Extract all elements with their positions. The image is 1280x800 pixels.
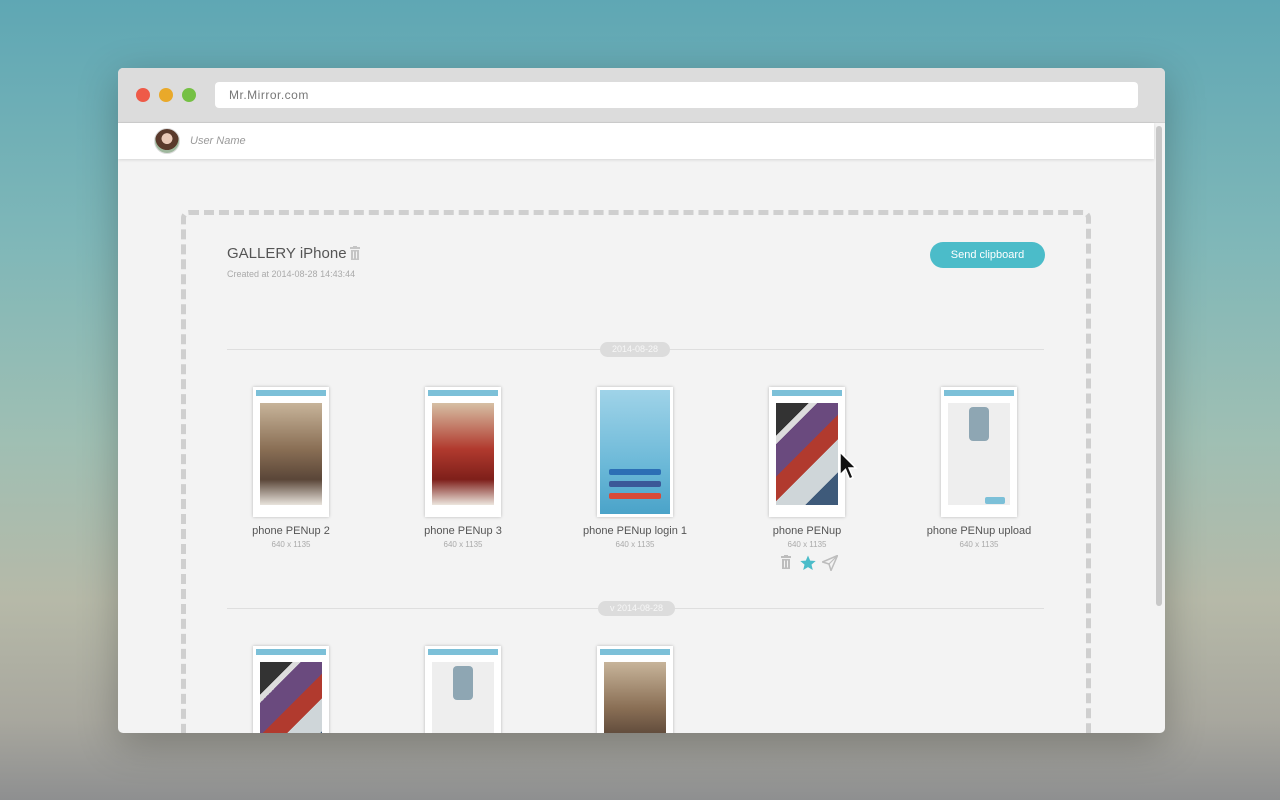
zoom-window-button[interactable] bbox=[182, 88, 196, 102]
item-name: phone PENup upload bbox=[926, 525, 1032, 537]
page-title: GALLERY iPhone bbox=[227, 245, 347, 262]
trash-icon[interactable] bbox=[780, 555, 792, 569]
gallery-item[interactable]: phone PENup login 1 640 x 1135 bbox=[549, 387, 721, 549]
gallery-item[interactable]: phone PENup upload 640 x 1135 bbox=[893, 387, 1065, 549]
item-dimensions: 640 x 1135 bbox=[615, 540, 655, 549]
minimize-window-button[interactable] bbox=[159, 88, 173, 102]
screenshot-thumbnail[interactable] bbox=[253, 387, 329, 517]
screenshot-thumbnail[interactable] bbox=[769, 387, 845, 517]
app-header: User Name bbox=[118, 123, 1154, 159]
screenshot-thumbnail[interactable] bbox=[597, 646, 673, 733]
user-name[interactable]: User Name bbox=[190, 135, 246, 147]
title-bar: Mr.Mirror.com bbox=[118, 68, 1165, 123]
star-icon[interactable] bbox=[800, 555, 816, 571]
item-name: phone PENup 3 bbox=[424, 525, 502, 537]
gallery-item[interactable]: phone PENup 3 640 x 1135 bbox=[377, 387, 549, 549]
screenshot-thumbnail[interactable] bbox=[425, 387, 501, 517]
gallery-item[interactable] bbox=[377, 646, 549, 733]
item-name: phone PENup login 1 bbox=[583, 525, 687, 537]
send-icon[interactable] bbox=[822, 555, 838, 571]
item-name: phone PENup 2 bbox=[252, 525, 330, 537]
close-window-button[interactable] bbox=[136, 88, 150, 102]
date-badge: v 2014-08-28 bbox=[598, 601, 676, 616]
scrollbar[interactable] bbox=[1156, 126, 1162, 606]
gallery-item[interactable]: phone PENup 640 x 1135 bbox=[721, 387, 893, 549]
browser-window: Mr.Mirror.com User Name GALLERY iPhone C… bbox=[118, 68, 1165, 733]
screenshot-thumbnail[interactable] bbox=[253, 646, 329, 733]
url-bar[interactable]: Mr.Mirror.com bbox=[215, 82, 1138, 108]
delete-gallery-trash-icon[interactable] bbox=[349, 246, 361, 260]
item-dimensions: 640 x 1135 bbox=[271, 540, 311, 549]
created-timestamp: Created at 2014-08-28 14:43:44 bbox=[227, 269, 356, 279]
avatar[interactable] bbox=[154, 128, 180, 154]
item-dimensions: 640 x 1135 bbox=[787, 540, 827, 549]
date-badge: 2014-08-28 bbox=[600, 342, 671, 357]
gallery-item[interactable]: phone PENup 2 640 x 1135 bbox=[205, 387, 377, 549]
mouse-pointer-icon bbox=[839, 451, 858, 480]
item-name: phone PENup bbox=[772, 525, 842, 537]
screenshot-thumbnail[interactable] bbox=[425, 646, 501, 733]
send-clipboard-button[interactable]: Send clipboard bbox=[930, 242, 1045, 268]
item-actions bbox=[778, 555, 842, 571]
screenshot-thumbnail[interactable] bbox=[597, 387, 673, 517]
gallery-item[interactable] bbox=[205, 646, 377, 733]
item-dimensions: 640 x 1135 bbox=[959, 540, 999, 549]
item-dimensions: 640 x 1135 bbox=[443, 540, 483, 549]
gallery-item[interactable] bbox=[549, 646, 721, 733]
screenshot-thumbnail[interactable] bbox=[941, 387, 1017, 517]
